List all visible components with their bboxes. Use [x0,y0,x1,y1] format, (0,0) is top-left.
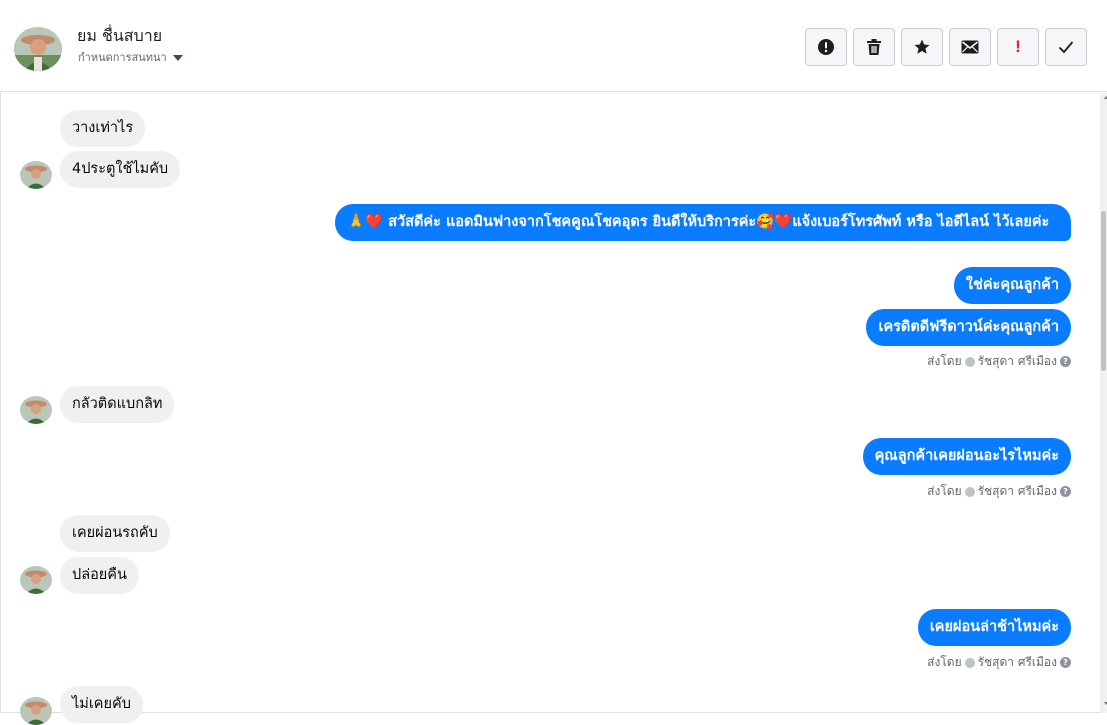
conversation-header: ยม ชื่นสบาย กำหนดการสนทนา ! [0,0,1107,92]
delete-button[interactable] [853,28,895,66]
exclamation-icon: ! [1015,37,1021,56]
agent-name: รัชสุดา ศรีเมือง [977,484,1057,498]
conversation-settings-dropdown[interactable]: กำหนดการสนทนา [78,48,183,66]
agent-status-icon [964,486,975,497]
follow-up-button[interactable]: ! [997,28,1039,66]
sent-by-label: ส่งโดย [927,655,962,669]
outgoing-message[interactable]: เครดิตดีฟรีดาวน์ค่ะคุณลูกค้า [866,309,1071,346]
conversation-settings-label: กำหนดการสนทนา [78,51,167,64]
agent-name: รัชสุดา ศรีเมือง [977,655,1057,669]
message-scrollbar[interactable] [1100,93,1107,713]
contact-avatar[interactable] [20,396,52,424]
agent-status-icon [964,356,975,367]
incoming-message[interactable]: ปล่อยคืน [60,557,139,594]
contact-avatar[interactable] [20,566,52,594]
mark-done-button[interactable] [1045,28,1087,66]
mark-unread-button[interactable] [949,28,991,66]
help-icon[interactable]: ? [1060,486,1071,497]
help-icon[interactable]: ? [1060,356,1071,367]
contact-avatar[interactable] [20,697,52,725]
caret-down-icon [172,54,183,61]
scrollbar-thumb[interactable] [1101,211,1106,371]
sent-by-label: ส่งโดย [927,354,962,368]
trash-icon [867,39,881,55]
incoming-message[interactable]: วางเท่าไร [60,110,146,147]
contact-avatar[interactable] [20,161,52,189]
outgoing-message[interactable]: ใช่ค่ะคุณลูกค้า [953,267,1071,304]
conversation-toolbar: ! [805,28,1087,66]
sent-by-info: ส่งโดย รัชสุดา ศรีเมือง ? [927,352,1071,371]
star-button[interactable] [901,28,943,66]
alert-circle-icon [818,39,834,55]
incoming-message[interactable]: ไม่เคยคับ [60,686,143,723]
help-icon[interactable]: ? [1060,657,1071,668]
incoming-message[interactable]: 4ประตูใช้ไมคับ [60,151,181,188]
contact-name[interactable]: ยม ชื่นสบาย [77,24,162,49]
envelope-icon [961,40,979,54]
outgoing-message[interactable]: 🙏❤️ สวัสดีค่ะ แอดมินฟางจากโชคคูณโชคอุดร … [335,204,1071,241]
sent-by-info: ส่งโดย รัชสุดา ศรีเมือง ? [927,482,1071,501]
report-button[interactable] [805,28,847,66]
agent-status-icon [964,657,975,668]
contact-avatar[interactable] [14,27,62,71]
outgoing-message[interactable]: เคยผ่อนล่าช้าไหมค่ะ [917,609,1071,646]
outgoing-message[interactable]: คุณลูกค้าเคยผ่อนอะไรไหมค่ะ [862,438,1071,475]
checkmark-icon [1058,41,1074,54]
sent-by-label: ส่งโดย [927,484,962,498]
sent-by-info: ส่งโดย รัชสุดา ศรีเมือง ? [927,653,1071,672]
incoming-message[interactable]: กลัวติดแบกลิท [60,386,175,423]
agent-name: รัชสุดา ศรีเมือง [977,354,1057,368]
star-icon [914,39,930,54]
incoming-message[interactable]: เคยผ่อนรถคับ [60,515,170,552]
